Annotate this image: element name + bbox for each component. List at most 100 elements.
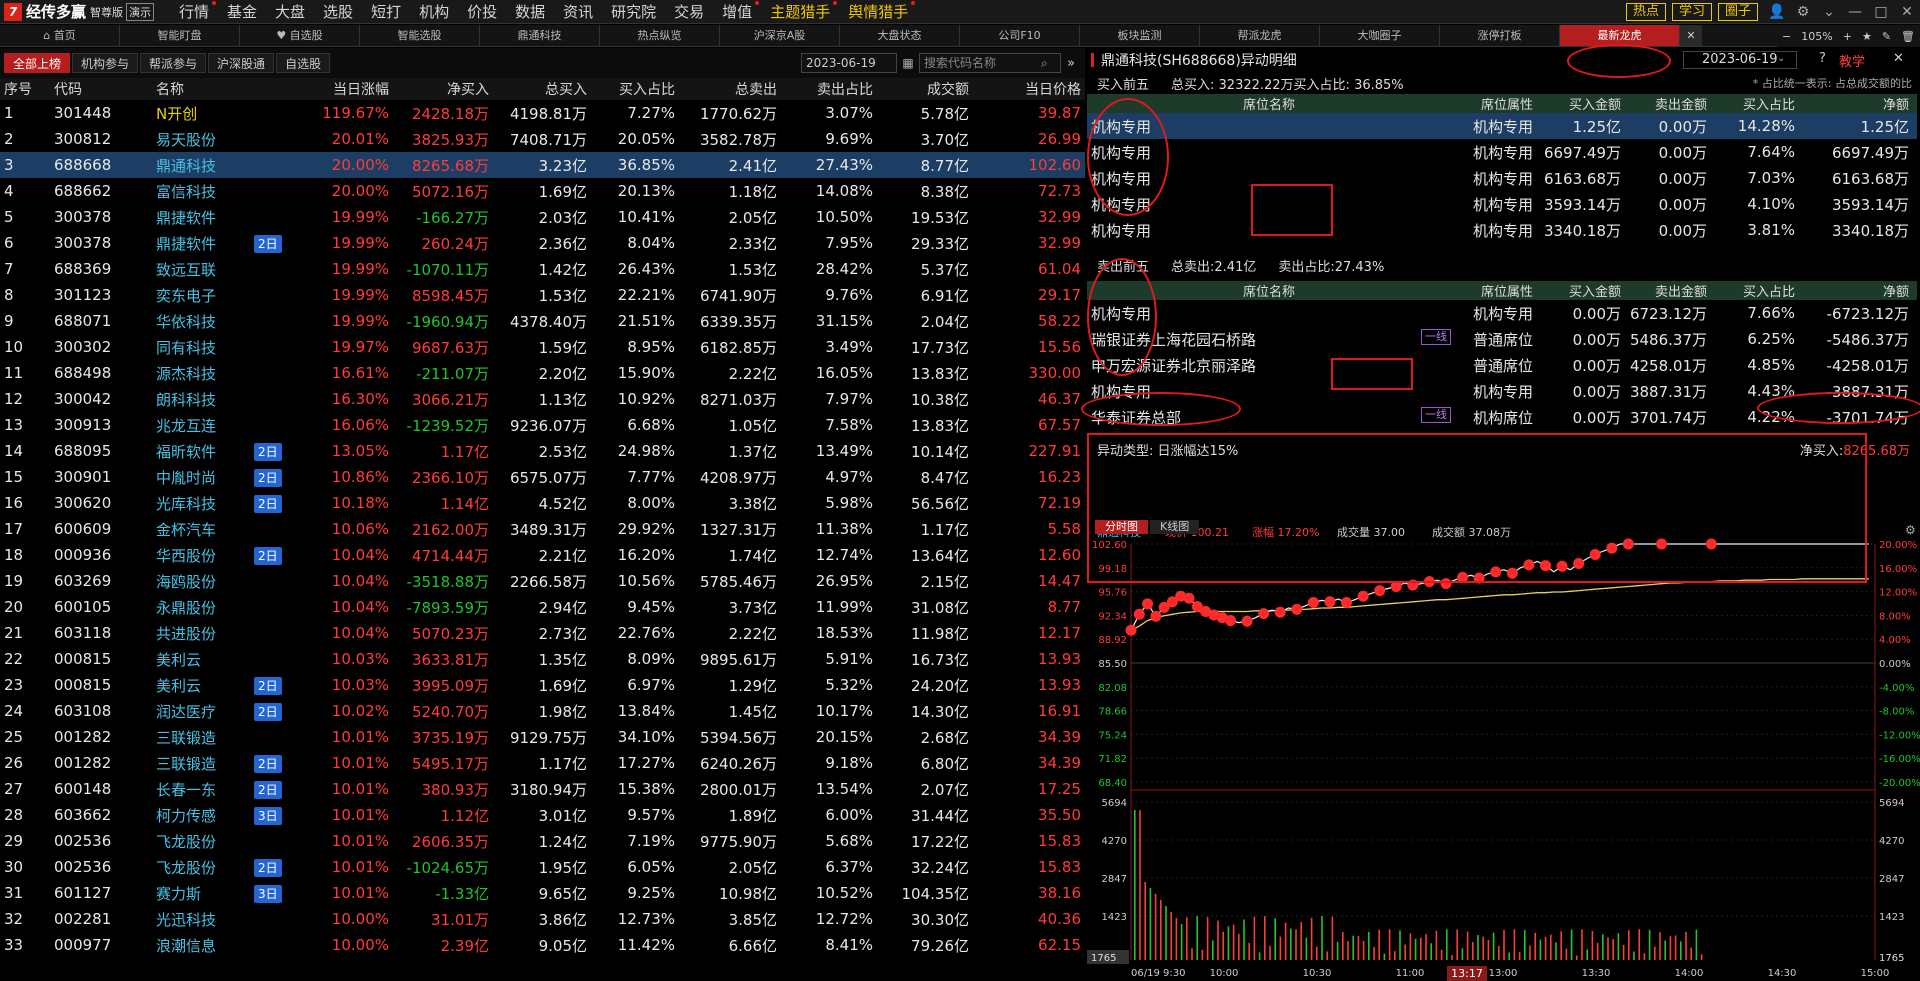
maximize-icon[interactable]: □ bbox=[1868, 4, 1894, 20]
star-icon[interactable]: ★ bbox=[1857, 30, 1877, 43]
teach-link[interactable]: 教学 bbox=[1839, 51, 1865, 70]
menu-item[interactable]: 基金 bbox=[218, 1, 266, 22]
menu-item[interactable]: 短打 bbox=[362, 1, 410, 22]
delete-icon[interactable]: 🗑 bbox=[1896, 30, 1920, 43]
menu-item[interactable]: 价投 bbox=[458, 1, 506, 22]
minimize-icon[interactable]: — bbox=[1842, 4, 1868, 20]
zoom-in-icon[interactable]: + bbox=[1838, 30, 1857, 43]
tab-limit-up[interactable]: 涨停打板 bbox=[1440, 25, 1560, 46]
table-row[interactable]: 20 600105 永鼎股份 10.04% -7893.59万 2.94亿 9.45% 3.7… bbox=[0, 594, 1085, 620]
table-row[interactable]: 12 300042 朗科科技 16.30% 3066.21万 1.13亿 10.92% 827… bbox=[0, 386, 1085, 412]
column-header[interactable]: 成交额 bbox=[877, 78, 973, 100]
menu-item[interactable]: 研究院 bbox=[602, 1, 665, 22]
table-row[interactable]: 28 603662 柯力传感 3日 10.01% 1.12亿 3.01亿 9.57% 1.89亿… bbox=[0, 802, 1085, 828]
column-header[interactable]: 当日价格 bbox=[973, 78, 1085, 100]
table-row[interactable]: 31 601127 赛力斯 3日 10.01% -1.33亿 9.65亿 9.25% 10.98… bbox=[0, 880, 1085, 906]
close-icon[interactable]: ✕ bbox=[1894, 4, 1920, 20]
tab-expert-circle[interactable]: 大咖圈子 bbox=[1320, 25, 1440, 46]
filter-institution[interactable]: 机构参与 bbox=[72, 53, 139, 73]
tab-smart-watch[interactable]: 智能盯盘 bbox=[120, 25, 240, 46]
seat-row[interactable]: 机构专用 机构专用 0.00万 6723.12万 7.66% -6723.12万 bbox=[1087, 300, 1917, 326]
table-row[interactable]: 4 688662 富信科技 20.00% 5072.16万 1.69亿 20.13% 1.18… bbox=[0, 178, 1085, 204]
tab-close-icon[interactable]: ✕ bbox=[1680, 25, 1702, 46]
learn-button[interactable]: 学习 bbox=[1671, 3, 1712, 21]
filter-connect[interactable]: 沪深股通 bbox=[208, 53, 275, 73]
seat-row[interactable]: 机构专用 机构专用 1.25亿 0.00万 14.28% 1.25亿 bbox=[1087, 113, 1917, 139]
table-row[interactable]: 33 000977 浪潮信息 10.00% 2.39亿 9.05亿 11.42% 6.66亿 8… bbox=[0, 932, 1085, 958]
menu-item[interactable]: 舆情猎手 bbox=[839, 1, 917, 22]
column-header[interactable]: 当日涨幅 bbox=[294, 78, 393, 100]
close-icon[interactable]: ✕ bbox=[1893, 51, 1904, 66]
table-row[interactable]: 22 000815 美利云 10.03% 3633.81万 1.35亿 8.09% 9895.… bbox=[0, 646, 1085, 672]
tab-latest-dragon[interactable]: 最新龙虎 bbox=[1560, 25, 1680, 46]
filter-watchlist[interactable]: 自选股 bbox=[276, 53, 331, 73]
tab-sector-monitor[interactable]: 板块监测 bbox=[1080, 25, 1200, 46]
table-row[interactable]: 5 300378 鼎捷软件 19.99% -166.27万 2.03亿 10.41% 2.05… bbox=[0, 204, 1085, 230]
table-row[interactable]: 19 603269 海鸥股份 10.04% -3518.88万 2266.58万 10.56… bbox=[0, 568, 1085, 594]
column-header[interactable]: 买入占比 bbox=[591, 78, 679, 100]
date-input[interactable]: 2023-06-19 bbox=[801, 53, 897, 73]
column-header[interactable]: 总买入 bbox=[493, 78, 591, 100]
circle-button[interactable]: 圈子 bbox=[1717, 3, 1758, 21]
column-header[interactable]: 卖出占比 bbox=[781, 78, 877, 100]
menu-item[interactable]: 大盘 bbox=[266, 1, 314, 22]
table-row[interactable]: 16 300620 光库科技 2日 10.18% 1.14亿 4.52亿 8.00% 3.38亿… bbox=[0, 490, 1085, 516]
table-row[interactable]: 11 688498 源杰科技 16.61% -211.07万 2.20亿 15.90% 2.2… bbox=[0, 360, 1085, 386]
menu-item[interactable]: 增值 bbox=[713, 1, 761, 22]
table-row[interactable]: 15 300901 中胤时尚 2日 10.86% 2366.10万 6575.07万 7.77… bbox=[0, 464, 1085, 490]
column-header[interactable]: 总卖出 bbox=[679, 78, 781, 100]
column-header[interactable] bbox=[250, 78, 294, 100]
table-row[interactable]: 30 002536 飞龙股份 2日 10.01% -1024.65万 1.95亿 6.05% 2… bbox=[0, 854, 1085, 880]
table-row[interactable]: 17 600609 金杯汽车 10.06% 2162.00万 3489.31万 29.92%… bbox=[0, 516, 1085, 542]
table-row[interactable]: 21 603118 共进股份 10.04% 5070.23万 2.73亿 22.76% 2.2… bbox=[0, 620, 1085, 646]
search-icon[interactable]: ⌕ bbox=[1041, 56, 1057, 71]
table-row[interactable]: 13 300913 兆龙互连 16.06% -1239.52万 9236.07万 6.68%… bbox=[0, 412, 1085, 438]
gear-icon[interactable]: ⚙ bbox=[1790, 4, 1816, 20]
menu-item[interactable]: 行情 bbox=[170, 1, 218, 22]
menu-item[interactable]: 资讯 bbox=[554, 1, 602, 22]
seat-row[interactable]: 机构专用 机构专用 6697.49万 0.00万 7.64% 6697.49万 bbox=[1087, 139, 1917, 165]
hot-button[interactable]: 热点 bbox=[1625, 3, 1666, 21]
chevron-down-icon[interactable]: ⌄ bbox=[1777, 53, 1785, 64]
table-row[interactable]: 29 002536 飞龙股份 10.01% 2606.35万 1.24亿 7.19% 9775… bbox=[0, 828, 1085, 854]
tab-hot-overview[interactable]: 热点纵览 bbox=[600, 25, 720, 46]
table-row[interactable]: 10 300302 同有科技 19.97% 9687.63万 1.59亿 8.95% 6182… bbox=[0, 334, 1085, 360]
seat-row[interactable]: 机构专用 机构专用 6163.68万 0.00万 7.03% 6163.68万 bbox=[1087, 165, 1917, 191]
table-row[interactable]: 26 001282 三联锻造 2日 10.01% 5495.17万 1.17亿 17.27% 6… bbox=[0, 750, 1085, 776]
tab-a-shares[interactable]: 沪深京A股 bbox=[720, 25, 840, 46]
menu-item[interactable]: 机构 bbox=[410, 1, 458, 22]
zoom-out-icon[interactable]: − bbox=[1777, 30, 1796, 43]
table-row[interactable]: 32 002281 光迅科技 10.00% 31.01万 3.86亿 12.73% 3.85亿… bbox=[0, 906, 1085, 932]
table-row[interactable]: 2 300812 易天股份 20.01% 3825.93万 7408.71万 20.05% 3… bbox=[0, 126, 1085, 152]
column-header[interactable]: 代码 bbox=[50, 78, 152, 100]
column-header[interactable]: 序号 bbox=[0, 78, 50, 100]
table-row[interactable]: 6 300378 鼎捷软件 2日 19.99% 260.24万 2.36亿 8.04% 2.33… bbox=[0, 230, 1085, 256]
menu-item[interactable]: 主题猎手 bbox=[761, 1, 839, 22]
seat-row[interactable]: 申万宏源证券北京丽泽路 普通席位 0.00万 4258.01万 4.85% -4258.0… bbox=[1087, 352, 1917, 378]
double-chevron-right-icon[interactable]: » bbox=[1057, 56, 1085, 71]
filter-all[interactable]: 全部上榜 bbox=[4, 53, 71, 73]
help-icon[interactable]: ? bbox=[1819, 51, 1826, 66]
tab-stock[interactable]: 鼎通科技 bbox=[480, 25, 600, 46]
table-row[interactable]: 1 301448 N开创 119.67% 2428.18万 4198.81万 7.27% 17… bbox=[0, 100, 1085, 126]
chart-settings-icon[interactable]: ⚙ bbox=[1905, 523, 1916, 537]
filter-gang[interactable]: 帮派参与 bbox=[140, 53, 207, 73]
seat-row[interactable]: 瑞银证券上海花园石桥路 一线 普通席位 0.00万 5486.37万 6.25% -5486… bbox=[1087, 326, 1917, 352]
table-row[interactable]: 27 600148 长春一东 2日 10.01% 380.93万 3180.94万 15.38… bbox=[0, 776, 1085, 802]
tab-market-state[interactable]: 大盘状态 bbox=[840, 25, 960, 46]
seat-row[interactable]: 机构专用 机构专用 3593.14万 0.00万 4.10% 3593.14万 bbox=[1087, 191, 1917, 217]
menu-item[interactable]: 交易 bbox=[665, 1, 713, 22]
menu-item[interactable]: 选股 bbox=[314, 1, 362, 22]
table-row[interactable]: 18 000936 华西股份 2日 10.04% 4714.44万 2.21亿 16.20% 1… bbox=[0, 542, 1085, 568]
chevron-down-icon[interactable]: ⌄ bbox=[1816, 4, 1842, 20]
search-input[interactable]: 搜索代码名称 bbox=[919, 53, 1061, 73]
tab-gang-dragon[interactable]: 帮派龙虎 bbox=[1200, 25, 1320, 46]
tab-f10[interactable]: 公司F10 bbox=[960, 25, 1080, 46]
table-row[interactable]: 3 688668 鼎通科技 20.00% 8265.68万 3.23亿 36.85% 2.41… bbox=[0, 152, 1085, 178]
table-row[interactable]: 24 603108 润达医疗 2日 10.02% 5240.70万 1.98亿 13.84% 1… bbox=[0, 698, 1085, 724]
menu-item[interactable]: 数据 bbox=[506, 1, 554, 22]
table-row[interactable]: 14 688095 福昕软件 2日 13.05% 1.17亿 2.53亿 24.98% 1.37… bbox=[0, 438, 1085, 464]
tab-watchlist[interactable]: ♥ 自选股 bbox=[240, 25, 360, 46]
table-row[interactable]: 8 301123 奕东电子 19.99% 8598.45万 1.53亿 22.21% 6741… bbox=[0, 282, 1085, 308]
calendar-icon[interactable]: ▦ bbox=[897, 56, 919, 70]
